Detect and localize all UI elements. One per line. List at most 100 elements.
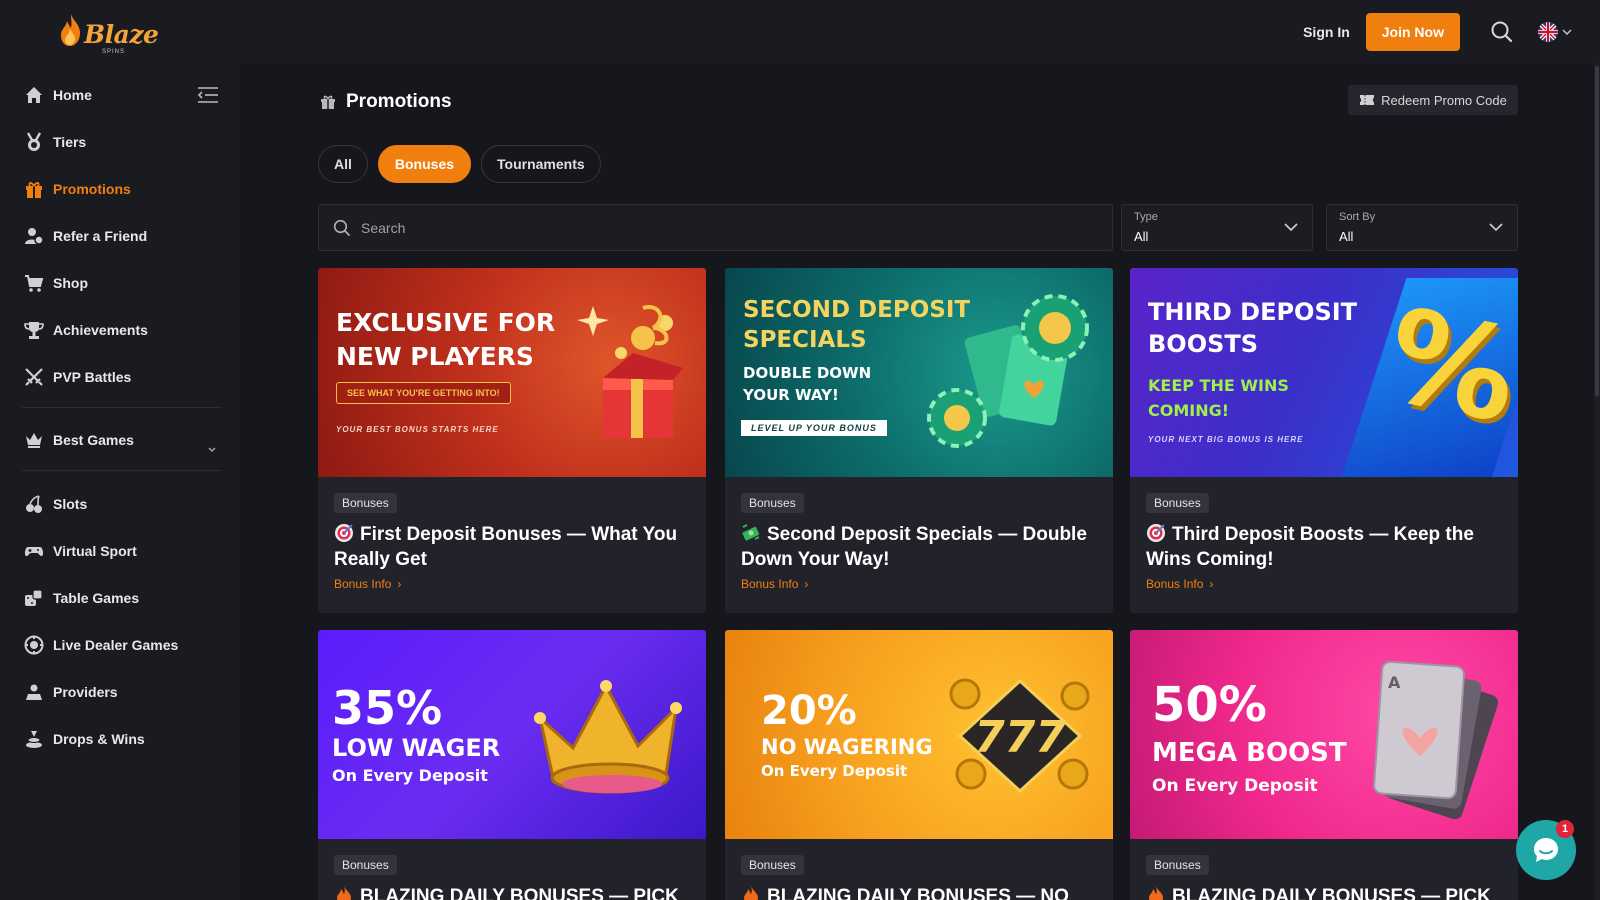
sidebar-item-label: Live Dealer Games [53, 637, 179, 653]
logo-subtext: SPINS [102, 49, 126, 55]
sidebar-item-achievements[interactable]: Achievements [24, 318, 148, 342]
sidebar-item-table-games[interactable]: Table Games [24, 586, 139, 610]
sort-by-value: All [1339, 229, 1354, 244]
promo-title-text: First Deposit Bonuses — What You Really … [334, 524, 678, 570]
banner-headline: BOOSTS [1148, 330, 1259, 358]
sidebar-item-slots[interactable]: Slots [24, 492, 87, 516]
home-icon [26, 87, 42, 103]
sidebar-item-label: Table Games [53, 590, 140, 606]
sidebar-item-label: Slots [53, 496, 88, 512]
promo-card[interactable]: SECOND DEPOSIT SPECIALS DOUBLE DOWN YOUR… [725, 268, 1113, 613]
sidebar-divider [22, 407, 222, 408]
type-filter-value: All [1134, 229, 1149, 244]
chip-icon [24, 635, 44, 655]
banner-headline: NO WAGERING [761, 735, 933, 759]
bonus-info-label: Bonus Info [741, 577, 799, 591]
tab-all[interactable]: All [318, 145, 368, 183]
playing-cards-icon: A [1373, 660, 1499, 820]
sidebar-item-pvp-battles[interactable]: PVP Battles [24, 365, 131, 389]
sidebar-item-home[interactable]: Home [24, 83, 92, 107]
banner-headline: SPECIALS [743, 327, 867, 353]
chevron-down-icon[interactable] [207, 445, 217, 455]
page-scrollbar-thumb[interactable] [1595, 66, 1599, 396]
sidebar-item-refer-a-friend[interactable]: Refer a Friend [24, 224, 147, 248]
promo-card[interactable]: 20% NO WAGERING On Every Deposit 777 Bon… [725, 630, 1113, 900]
type-filter-label: Type [1134, 211, 1158, 223]
fire-icon [337, 886, 351, 900]
svg-text:777: 777 [974, 712, 1066, 763]
banner-percent: 35% [332, 681, 443, 735]
banner-subline: On Every Deposit [1152, 776, 1318, 796]
promo-title: BLAZING DAILY BONUSES — NO [741, 884, 1097, 900]
tab-bonuses[interactable]: Bonuses [377, 145, 472, 183]
banner-cta: LEVEL UP YOUR BONUS [741, 420, 887, 436]
type-filter-select[interactable]: Type All [1121, 204, 1313, 251]
collapse-sidebar-icon[interactable] [197, 86, 219, 104]
promo-title-text: Third Deposit Boosts — Keep the Wins Com… [1146, 524, 1474, 570]
redeem-promo-code-button[interactable]: Redeem Promo Code [1348, 85, 1518, 115]
promo-banner: 35% LOW WAGER On Every Deposit [318, 630, 706, 839]
sidebar-divider [22, 470, 222, 471]
promo-banner: THIRD DEPOSIT BOOSTS KEEP THE WINS COMIN… [1130, 268, 1518, 477]
tab-tournaments[interactable]: Tournaments [481, 145, 601, 183]
top-header: Blaze SPINS Sign In Join Now [0, 0, 1600, 63]
site-logo[interactable]: Blaze SPINS [58, 13, 159, 55]
promo-title: First Deposit Bonuses — What You Really … [334, 522, 690, 572]
promo-banner: 50% MEGA BOOST On Every Deposit A [1130, 630, 1518, 839]
crown-icon [26, 433, 42, 448]
sidebar-item-shop[interactable]: Shop [24, 271, 88, 295]
crown-icon [534, 680, 682, 794]
promo-card[interactable]: 50% MEGA BOOST On Every Deposit A Bonuse… [1130, 630, 1518, 900]
uk-flag-icon [1538, 22, 1558, 42]
sidebar-item-live-dealer-games[interactable]: Live Dealer Games [24, 633, 178, 657]
banner-subline: On Every Deposit [761, 762, 908, 780]
fire-icon [1149, 886, 1163, 900]
promo-banner: EXCLUSIVE FOR NEW PLAYERS SEE WHAT YOU'R… [318, 268, 706, 477]
fire-icon [744, 886, 758, 900]
banner-subline: On Every Deposit [332, 766, 488, 785]
banner-percent-symbol: % [1373, 280, 1518, 453]
flame-icon [61, 14, 80, 46]
gift-icon [26, 182, 42, 198]
chat-notification-badge: 1 [1556, 820, 1574, 838]
sidebar-item-tiers[interactable]: Tiers [24, 130, 86, 154]
trophy-icon [24, 322, 44, 339]
banner-subline: KEEP THE WINS [1148, 376, 1289, 395]
sort-by-label: Sort By [1339, 211, 1376, 223]
search-input[interactable] [361, 219, 1061, 236]
promo-card[interactable]: EXCLUSIVE FOR NEW PLAYERS SEE WHAT YOU'R… [318, 268, 706, 613]
promo-banner: SECOND DEPOSIT SPECIALS DOUBLE DOWN YOUR… [725, 268, 1113, 477]
sidebar-item-promotions[interactable]: Promotions [24, 177, 131, 201]
page-title: Promotions [346, 91, 452, 112]
gift-box-icon [577, 305, 683, 438]
join-now-button[interactable]: Join Now [1365, 13, 1460, 51]
sidebar-item-providers[interactable]: Providers [24, 680, 118, 704]
promo-banner: 20% NO WAGERING On Every Deposit 777 [725, 630, 1113, 839]
bonus-info-link[interactable]: Bonus Info › [334, 577, 401, 591]
refer-icon [25, 228, 44, 245]
category-badge: Bonuses [334, 493, 397, 513]
bonus-info-link[interactable]: Bonus Info › [1146, 577, 1213, 591]
sidebar-item-label: Drops & Wins [53, 731, 145, 747]
sidebar-item-virtual-sport[interactable]: Virtual Sport [24, 539, 137, 563]
chevron-right-icon: › [1209, 577, 1214, 591]
banner-headline: MEGA BOOST [1152, 738, 1347, 768]
dice-icon [25, 589, 43, 606]
language-selector[interactable] [1538, 22, 1572, 42]
promo-card[interactable]: 35% LOW WAGER On Every Deposit Bonuses B… [318, 630, 706, 900]
sidebar-item-best-games[interactable]: Best Games [24, 428, 134, 452]
sort-by-select[interactable]: Sort By All [1326, 204, 1518, 251]
sidebar-item-drops-wins[interactable]: Drops & Wins [24, 727, 145, 751]
sign-in-link[interactable]: Sign In [1303, 24, 1350, 40]
chevron-down-icon [1562, 29, 1572, 36]
swords-icon [25, 368, 43, 386]
chevron-down-icon [1284, 223, 1298, 232]
promo-card[interactable]: THIRD DEPOSIT BOOSTS KEEP THE WINS COMIN… [1130, 268, 1518, 613]
promo-title: Third Deposit Boosts — Keep the Wins Com… [1146, 522, 1502, 572]
category-badge: Bonuses [741, 855, 804, 875]
banner-cta: SEE WHAT YOU'RE GETTING INTO! [336, 382, 511, 404]
promo-title: BLAZING DAILY BONUSES — PICK [1146, 884, 1502, 900]
search-icon[interactable] [1490, 20, 1514, 44]
bonus-info-link[interactable]: Bonus Info › [741, 577, 808, 591]
medal-icon [26, 132, 42, 151]
